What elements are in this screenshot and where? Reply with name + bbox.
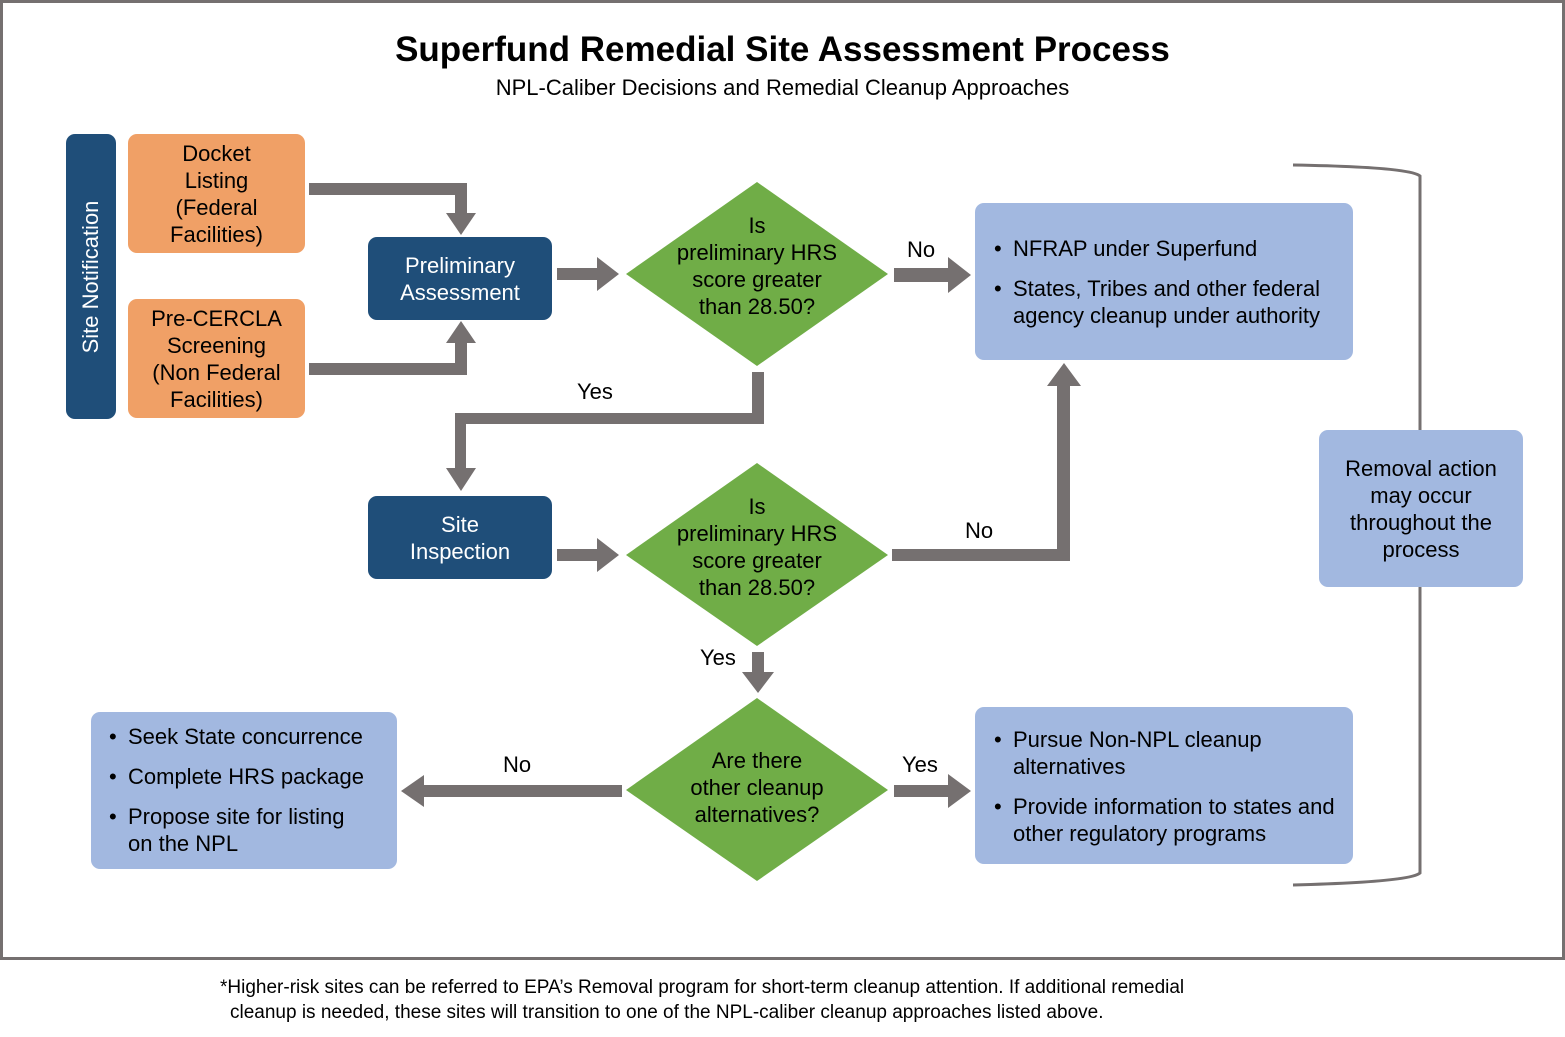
site-notification-label: Site Notification	[66, 134, 116, 419]
decision-line: than 28.50?	[698, 575, 816, 600]
npl-listing-box: Seek State concurrence Complete HRS pack…	[91, 712, 397, 869]
arrow-docket-to-pa	[309, 183, 476, 235]
site-notification-text: Site Notification	[78, 200, 103, 353]
arrow-si-to-decision	[557, 538, 619, 572]
docket-line: Facilities)	[170, 221, 263, 247]
pa-no-label: No	[907, 237, 936, 262]
precercla-line: Pre-CERCLA	[151, 305, 282, 331]
decision-line: other cleanup	[690, 775, 824, 800]
list-item: Provide information to states and other …	[991, 793, 1343, 847]
arrow-si-yes-to-alternatives	[742, 652, 774, 693]
list-item: Pursue Non-NPL cleanup alternatives	[991, 726, 1293, 780]
arrow-pa-to-decision	[557, 257, 619, 291]
si-line: Site	[441, 511, 479, 537]
decision-line: preliminary HRS	[676, 521, 838, 546]
nfrap-list: NFRAP under Superfund States, Tribes and…	[991, 235, 1348, 329]
decision-line: Is	[748, 213, 766, 238]
non-npl-box: Pursue Non-NPL cleanup alternatives Prov…	[975, 707, 1353, 864]
removal-line: may occur	[1370, 482, 1472, 508]
decision-line: alternatives?	[694, 802, 820, 827]
docket-line: Docket	[182, 140, 251, 166]
arrow-precercla-to-pa	[309, 321, 476, 375]
decision-line: Is	[748, 494, 766, 519]
docket-line: (Federal	[175, 194, 258, 220]
docket-line: Listing	[184, 167, 249, 193]
removal-line: process	[1382, 536, 1460, 562]
arrow-alt-yes-to-non-npl	[894, 774, 971, 808]
pa-line: Preliminary	[404, 252, 515, 278]
list-item: Propose site for listing on the NPL	[106, 803, 368, 857]
decision-line: than 28.50?	[698, 294, 816, 319]
removal-line: throughout the	[1350, 509, 1492, 535]
alternatives-decision-text: Are there other cleanup alternatives?	[657, 747, 857, 828]
pa-yes-label: Yes	[577, 379, 613, 404]
pre-cercla-screening-box: Pre-CERCLA Screening (Non Federal Facili…	[128, 299, 305, 418]
decision-line: preliminary HRS	[676, 240, 838, 265]
decision-line: score greater	[692, 548, 822, 573]
nfrap-box: NFRAP under Superfund States, Tribes and…	[975, 203, 1353, 360]
decision-line: Are there	[711, 748, 803, 773]
removal-action-box: Removal action may occur throughout the …	[1319, 430, 1523, 587]
list-item: States, Tribes and other federal agency …	[991, 275, 1348, 329]
alt-no-label: No	[503, 752, 532, 777]
si-line: Inspection	[409, 538, 511, 564]
non-npl-list: Pursue Non-NPL cleanup alternatives Prov…	[991, 726, 1343, 847]
si-decision-text: Is preliminary HRS score greater than 28…	[657, 493, 857, 601]
arrow-alt-no-to-npl	[401, 775, 622, 807]
footnote-line: *Higher-risk sites can be referred to EP…	[220, 977, 1185, 998]
si-yes-label: Yes	[700, 645, 736, 670]
list-item: Complete HRS package	[106, 763, 368, 790]
si-no-label: No	[965, 518, 994, 543]
npl-listing-list: Seek State concurrence Complete HRS pack…	[106, 723, 368, 857]
docket-listing-box: Docket Listing (Federal Facilities)	[128, 134, 305, 253]
precercla-line: (Non Federal	[152, 359, 281, 385]
precercla-line: Facilities)	[170, 386, 263, 412]
removal-line: Removal action	[1345, 455, 1497, 481]
pa-line: Assessment	[400, 279, 520, 305]
list-item: Seek State concurrence	[106, 723, 368, 750]
site-inspection-box: Site Inspection	[368, 496, 552, 579]
alt-yes-label: Yes	[902, 752, 938, 777]
preliminary-assessment-box: Preliminary Assessment	[368, 237, 552, 320]
precercla-line: Screening	[166, 332, 267, 358]
footnote: *Higher-risk sites can be referred to EP…	[220, 975, 1184, 1025]
decision-line: score greater	[692, 267, 822, 292]
list-item: NFRAP under Superfund	[991, 235, 1348, 262]
pa-decision-text: Is preliminary HRS score greater than 28…	[657, 212, 857, 320]
footnote-line: cleanup is needed, these sites will tran…	[230, 1002, 1104, 1023]
